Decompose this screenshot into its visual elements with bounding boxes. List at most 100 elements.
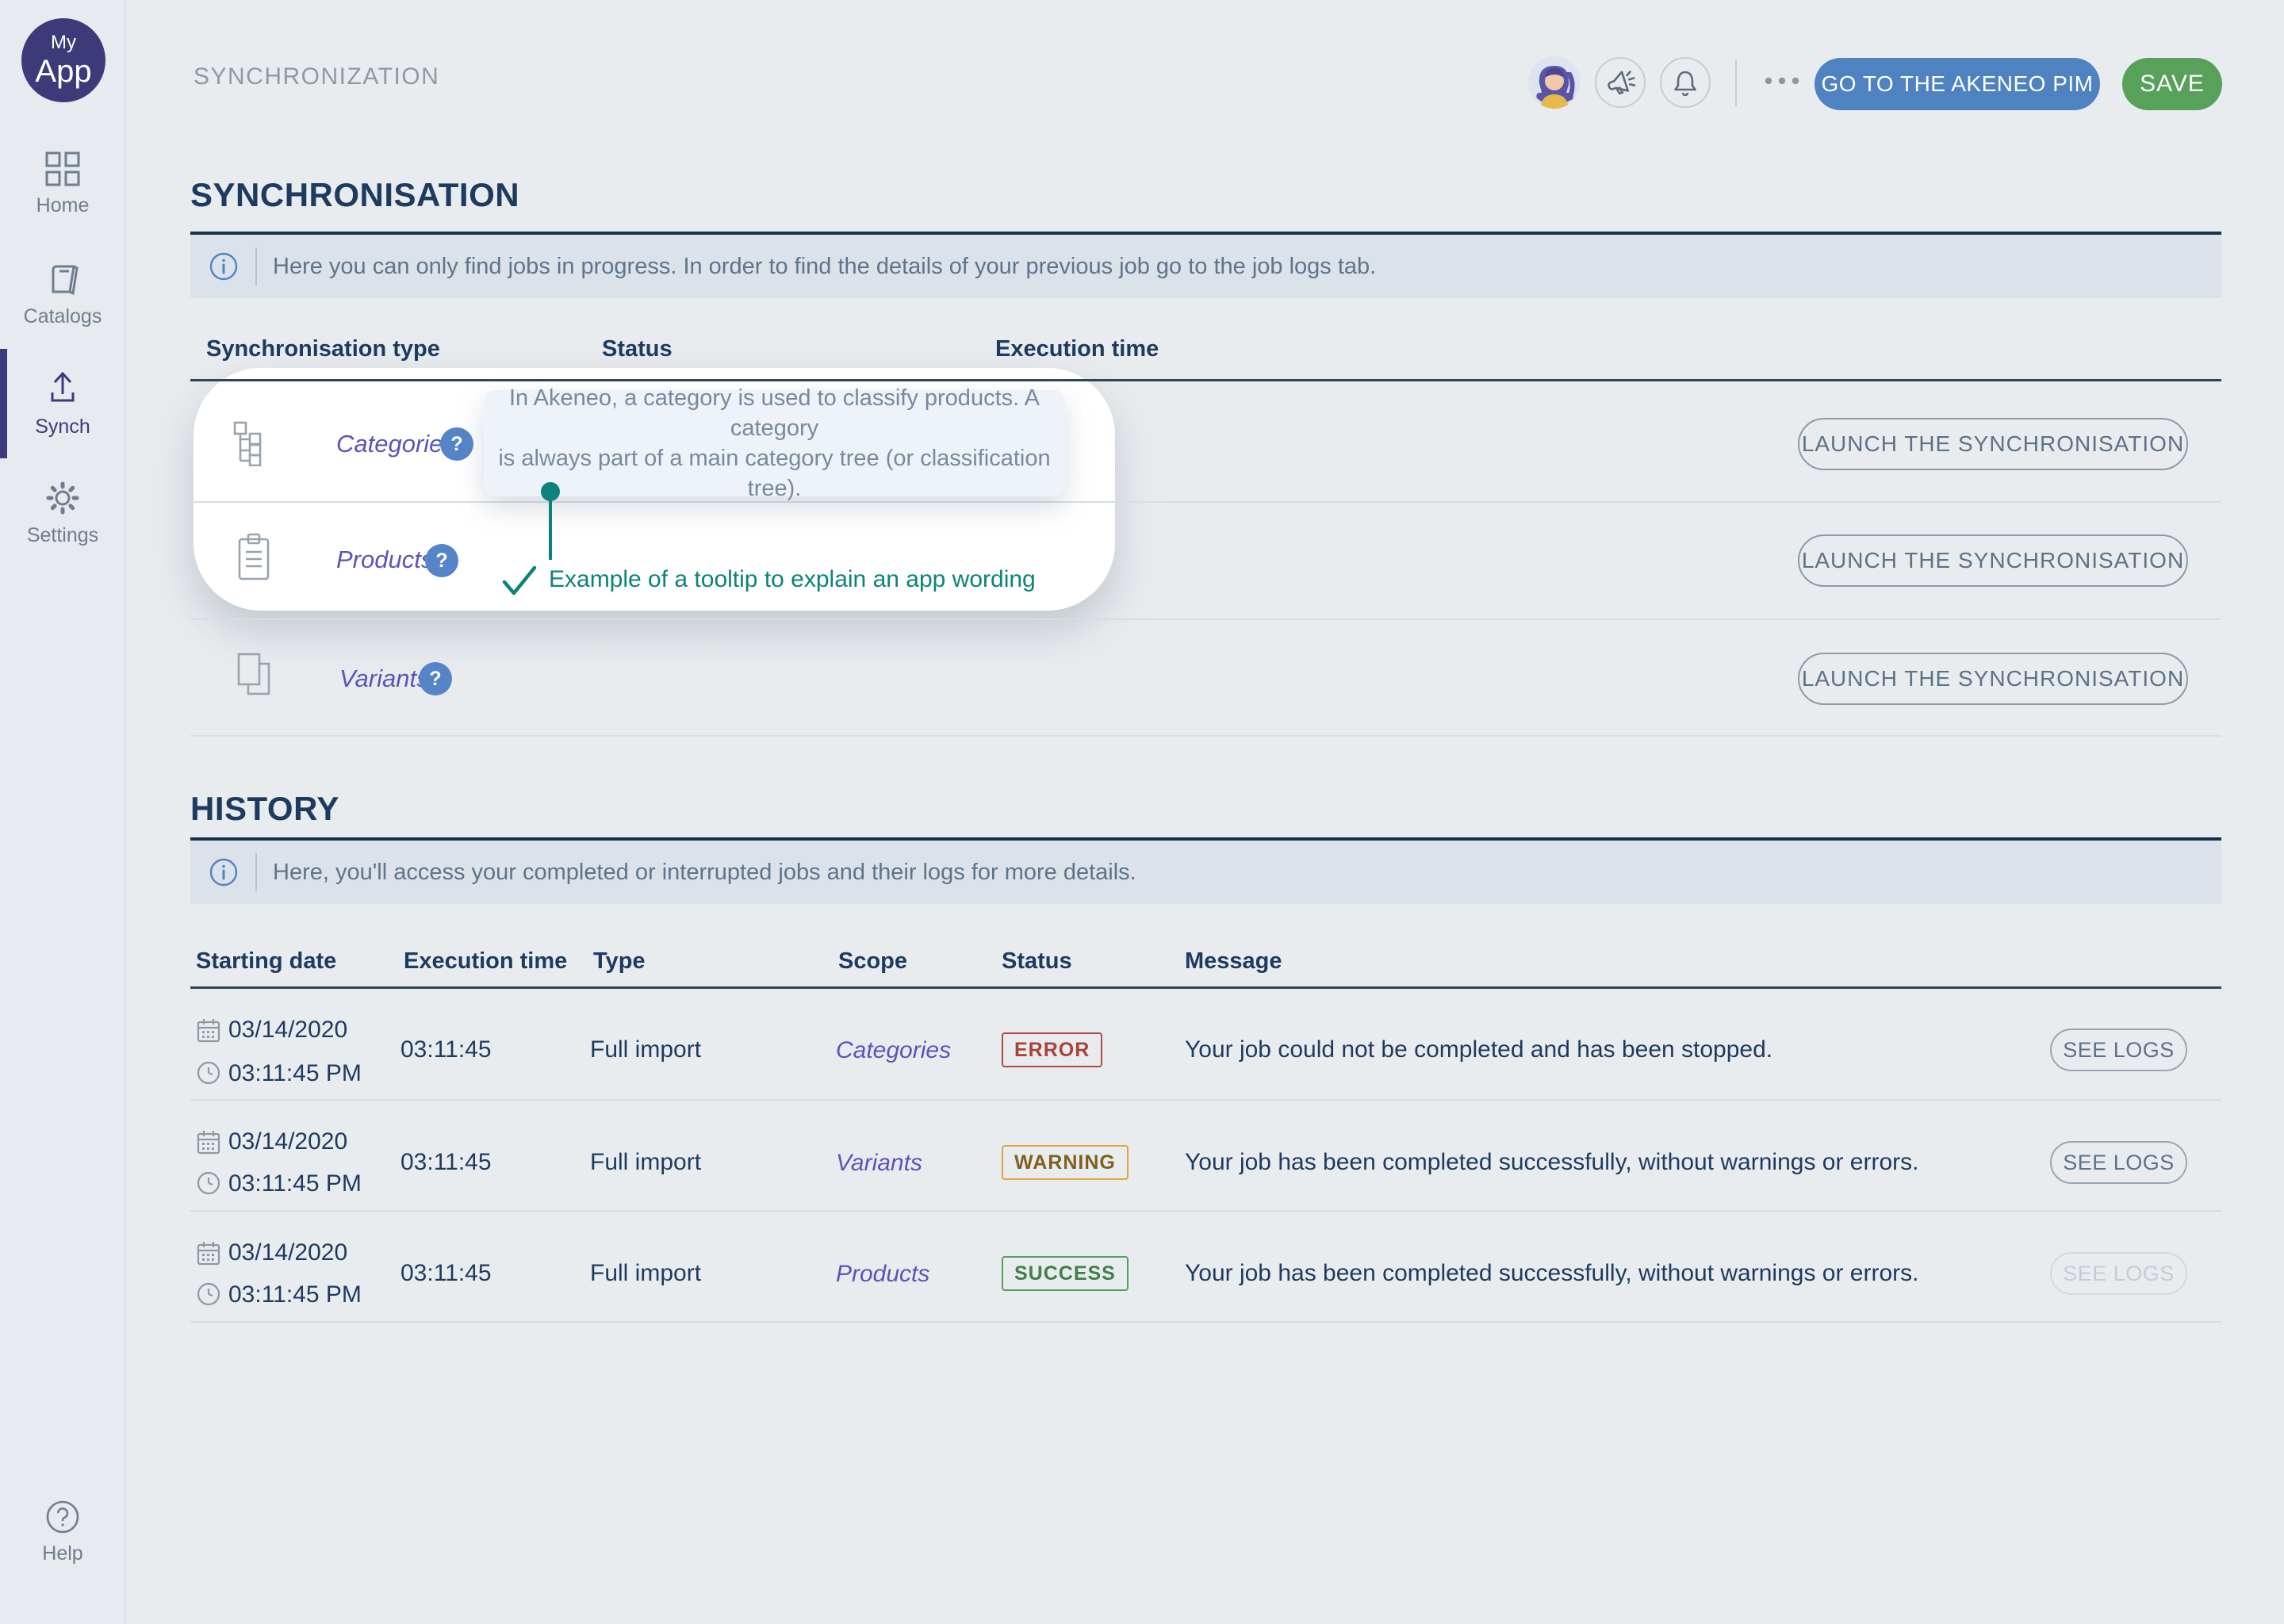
launch-sync-variants-button[interactable]: LAUNCH THE SYNCHRONISATION xyxy=(1798,653,2188,705)
row-divider xyxy=(190,1321,2221,1323)
history-info-text: Here, you'll access your completed or in… xyxy=(273,860,1136,886)
sync-row-variants-link[interactable]: Variants xyxy=(339,665,429,693)
history-type: Full import xyxy=(590,1036,701,1063)
history-date: 03/14/2020 xyxy=(228,1017,347,1044)
bell-icon xyxy=(1669,67,1701,98)
sync-info-text: Here you can only find jobs in progress.… xyxy=(273,254,1376,280)
row-divider xyxy=(190,735,2221,737)
help-circle-icon xyxy=(44,1499,81,1535)
tooltip-pointer-dot xyxy=(541,482,560,501)
sidebar-item-help[interactable]: Help xyxy=(0,1499,125,1565)
launch-sync-categories-button[interactable]: LAUNCH THE SYNCHRONISATION xyxy=(1798,418,2188,470)
sync-row-categories-link[interactable]: Categories xyxy=(336,430,455,458)
tooltip-line1: In Akeneo, a category is used to classif… xyxy=(484,383,1065,443)
sync-section-title: SYNCHRONISATION xyxy=(190,176,519,214)
categories-help-icon[interactable]: ? xyxy=(440,427,473,461)
info-icon xyxy=(208,251,240,282)
clipboard-icon xyxy=(235,533,274,582)
tooltip-line2: is always part of a main category tree (… xyxy=(484,443,1065,504)
category-tree-icon xyxy=(232,420,276,466)
variants-help-icon[interactable]: ? xyxy=(419,662,452,695)
settings-gear-icon xyxy=(44,479,82,517)
page-title: SYNCHRONIZATION xyxy=(194,63,439,90)
notifications-button[interactable] xyxy=(1660,57,1711,108)
history-message: Your job has been completed successfully… xyxy=(1185,1260,1918,1287)
history-execution-time: 03:11:45 xyxy=(400,1036,492,1063)
save-button[interactable]: SAVE xyxy=(2122,58,2222,110)
row-divider xyxy=(190,1210,2221,1212)
sync-col-execution: Execution time xyxy=(995,336,1159,362)
banner-divider xyxy=(255,853,257,891)
calendar-icon xyxy=(196,1239,221,1266)
info-icon xyxy=(208,856,240,888)
history-col-scope: Scope xyxy=(838,948,907,975)
history-time: 03:11:45 PM xyxy=(228,1060,362,1087)
more-options-icon[interactable] xyxy=(1764,76,1800,86)
history-col-type: Type xyxy=(593,948,646,975)
sidebar-item-synch[interactable]: Synch xyxy=(0,349,125,458)
see-logs-button[interactable]: SEE LOGS xyxy=(2050,1141,2187,1184)
row-divider xyxy=(190,1099,2221,1101)
status-badge: ERROR xyxy=(1002,1032,1102,1067)
history-execution-time: 03:11:45 xyxy=(400,1149,492,1176)
clock-icon xyxy=(196,1281,221,1307)
see-logs-button[interactable]: SEE LOGS xyxy=(2050,1252,2187,1295)
megaphone-icon xyxy=(1604,67,1636,98)
history-scope-link[interactable]: Categories xyxy=(836,1037,951,1064)
calendar-icon xyxy=(196,1017,221,1044)
sidebar-item-label: Catalogs xyxy=(24,305,102,328)
home-grid-icon xyxy=(44,151,81,187)
history-date: 03/14/2020 xyxy=(228,1128,347,1155)
header-divider xyxy=(1735,60,1737,106)
history-info-banner: Here, you'll access your completed or in… xyxy=(190,837,2221,904)
history-col-message: Message xyxy=(1185,948,1282,975)
sync-info-banner: Here you can only find jobs in progress.… xyxy=(190,232,2221,298)
synch-upload-icon xyxy=(43,369,82,408)
sync-col-status: Status xyxy=(602,336,673,362)
products-help-icon[interactable]: ? xyxy=(425,544,458,577)
logo-text-bottom: App xyxy=(35,56,91,87)
sync-row-products-link[interactable]: Products xyxy=(336,546,433,574)
see-logs-button[interactable]: SEE LOGS xyxy=(2050,1028,2187,1071)
announcements-button[interactable] xyxy=(1595,57,1646,108)
history-scope-link[interactable]: Variants xyxy=(836,1150,922,1177)
history-message: Your job could not be completed and has … xyxy=(1185,1036,1772,1063)
clock-icon xyxy=(196,1170,221,1196)
sidebar-item-label: Help xyxy=(42,1542,82,1565)
history-col-starting-date: Starting date xyxy=(196,948,336,975)
variants-icon xyxy=(235,652,284,701)
sidebar-item-catalogs[interactable]: Catalogs xyxy=(0,260,125,328)
avatar[interactable] xyxy=(1528,56,1581,109)
clock-icon xyxy=(196,1060,221,1086)
history-type: Full import xyxy=(590,1260,701,1287)
status-badge: WARNING xyxy=(1002,1145,1129,1180)
history-header-rule xyxy=(190,986,2221,989)
calendar-icon xyxy=(196,1128,221,1155)
sidebar-item-label: Home xyxy=(36,194,90,217)
history-date: 03/14/2020 xyxy=(228,1239,347,1266)
history-type: Full import xyxy=(590,1149,701,1176)
go-to-akeneo-pim-button[interactable]: GO TO THE AKENEO PIM xyxy=(1815,58,2100,110)
tooltip-pointer-line xyxy=(549,500,552,560)
tooltip-caption: Example of a tooltip to explain an app w… xyxy=(549,566,1036,593)
history-col-execution-time: Execution time xyxy=(404,948,567,975)
app-logo[interactable]: My App xyxy=(21,18,105,102)
catalogs-book-icon xyxy=(44,260,82,298)
row-divider xyxy=(190,619,2221,620)
banner-divider xyxy=(255,247,257,285)
sidebar-item-settings[interactable]: Settings xyxy=(0,479,125,547)
history-col-status: Status xyxy=(1002,948,1072,975)
history-time: 03:11:45 PM xyxy=(228,1170,362,1197)
sidebar: My App Home Catalogs xyxy=(0,0,125,1624)
tooltip-bubble: In Akeneo, a category is used to classif… xyxy=(484,390,1065,496)
status-badge: SUCCESS xyxy=(1002,1256,1129,1291)
history-scope-link[interactable]: Products xyxy=(836,1261,929,1288)
logo-text-top: My xyxy=(51,33,76,52)
history-execution-time: 03:11:45 xyxy=(400,1260,492,1287)
launch-sync-products-button[interactable]: LAUNCH THE SYNCHRONISATION xyxy=(1798,534,2188,587)
sidebar-item-label: Settings xyxy=(27,524,98,547)
sidebar-item-home[interactable]: Home xyxy=(0,151,125,217)
checkmark-icon xyxy=(501,565,538,598)
history-message: Your job has been completed successfully… xyxy=(1185,1149,1918,1176)
sidebar-item-label: Synch xyxy=(35,416,90,439)
